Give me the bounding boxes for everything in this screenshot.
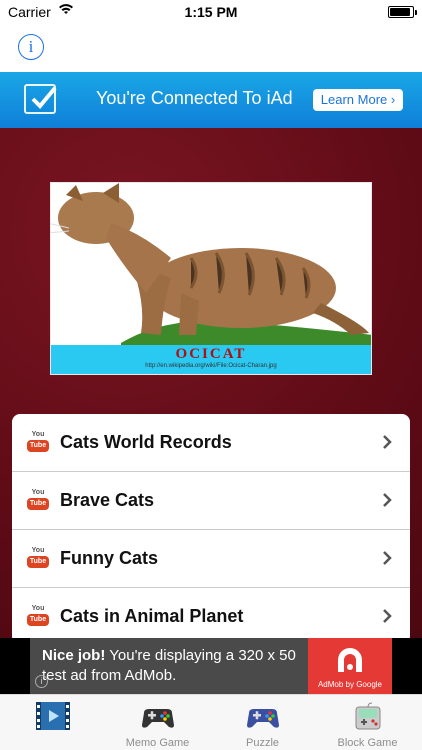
status-bar: Carrier 1:15 PM xyxy=(0,0,422,24)
youtube-icon-you: You xyxy=(31,431,45,438)
youtube-icon-you: You xyxy=(31,605,45,612)
video-list: You Tube Cats World Records You Tube Bra… xyxy=(12,414,410,644)
iad-banner[interactable]: You're Connected To iAd Learn More › xyxy=(0,72,422,128)
admob-text: Nice job! You're displaying a 320 x 50 t… xyxy=(42,646,302,686)
youtube-icon-tube: Tube xyxy=(27,440,49,452)
photo-source: http://en.wikipedia.org/wiki/File:Ocicat… xyxy=(145,363,277,369)
admob-banner[interactable]: Nice job! You're displaying a 320 x 50 t… xyxy=(0,638,422,694)
photo-caption: OCICAT xyxy=(175,346,247,362)
checkmark-icon xyxy=(24,84,57,114)
video-icon xyxy=(36,702,70,730)
youtube-icon-tube: Tube xyxy=(27,556,49,568)
list-item[interactable]: You Tube Cats World Records xyxy=(12,414,410,472)
tab-label: Memo Game xyxy=(125,737,190,749)
main-content: OCICAT http://en.wikipedia.org/wiki/File… xyxy=(0,128,422,644)
youtube-icon: You Tube xyxy=(26,489,50,515)
list-item-label: Cats in Animal Planet xyxy=(60,606,244,626)
youtube-icon-you: You xyxy=(31,489,45,496)
list-item[interactable]: You Tube Funny Cats xyxy=(12,530,410,588)
cat-photo: OCICAT http://en.wikipedia.org/wiki/File… xyxy=(50,182,372,375)
battery-icon xyxy=(388,6,417,18)
youtube-icon-you: You xyxy=(31,547,45,554)
ad-info-icon[interactable]: i xyxy=(35,675,48,688)
iad-message: You're Connected To iAd xyxy=(96,88,293,108)
youtube-icon: You Tube xyxy=(26,605,50,631)
youtube-icon: You Tube xyxy=(26,547,50,573)
list-item[interactable]: You Tube Brave Cats xyxy=(12,472,410,530)
admob-brand: AdMob by Google xyxy=(317,680,383,689)
chevron-right-icon xyxy=(383,609,392,623)
admob-title: Nice job! xyxy=(42,647,106,664)
chevron-right-icon xyxy=(383,435,392,449)
list-item-label: Cats World Records xyxy=(60,432,232,452)
list-item-label: Brave Cats xyxy=(60,490,155,510)
clock: 1:15 PM xyxy=(184,4,238,20)
tab-memo-game[interactable]: Memo Game xyxy=(105,695,210,750)
youtube-icon-tube: Tube xyxy=(27,614,49,626)
info-icon[interactable]: i xyxy=(18,34,44,60)
admob-logo-icon xyxy=(338,648,362,672)
tab-block-game[interactable]: Block Game xyxy=(315,695,420,750)
gamepad-icon xyxy=(142,709,174,728)
chevron-right-icon xyxy=(383,493,392,507)
gamepad-icon xyxy=(247,709,279,728)
chevron-right-icon xyxy=(383,551,392,565)
tab-puzzle[interactable]: Puzzle xyxy=(210,695,315,750)
list-item[interactable]: You Tube Cats in Animal Planet xyxy=(12,588,410,644)
cat-image xyxy=(51,183,371,345)
youtube-icon: You Tube xyxy=(26,431,50,457)
tab-videos[interactable] xyxy=(0,695,105,750)
handheld-console-icon xyxy=(355,702,381,730)
tab-label: Block Game xyxy=(337,737,398,749)
navigation-bar: i xyxy=(0,24,422,72)
tab-label: Puzzle xyxy=(245,737,280,749)
tab-bar: Memo Game Puzzle Block Game xyxy=(0,694,422,750)
learn-more-button[interactable]: Learn More › xyxy=(313,89,403,111)
youtube-icon-tube: Tube xyxy=(27,498,49,510)
admob-logo-badge: AdMob by Google xyxy=(308,638,392,694)
list-item-label: Funny Cats xyxy=(60,548,159,568)
